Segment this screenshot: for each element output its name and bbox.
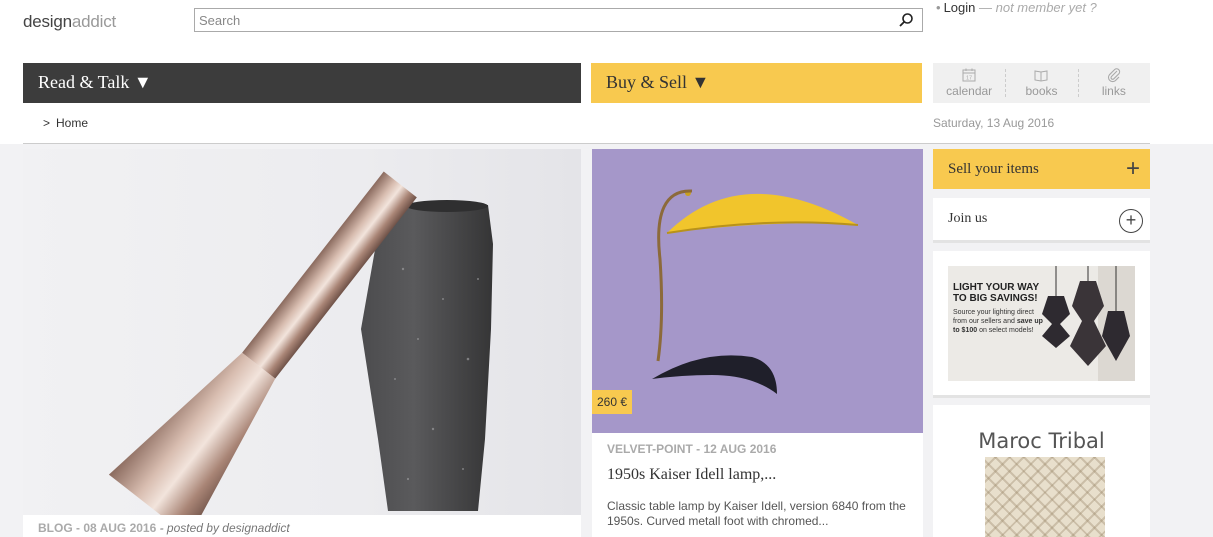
quick-link-label: links	[1101, 84, 1126, 98]
logo-part-addict: addict	[71, 12, 117, 31]
maroc-tribal-title: Maroc Tribal	[978, 429, 1105, 453]
listing-source-date[interactable]: VELVET-POINT - 12 AUG 2016	[607, 442, 776, 456]
breadcrumb-home[interactable]: Home	[56, 116, 88, 130]
lamp-vase-photo	[108, 171, 493, 537]
feature-post-card[interactable]: BLOG - 08 AUG 2016 - posted by designadd…	[23, 149, 581, 537]
quick-link-links[interactable]: links	[1077, 63, 1150, 103]
post-category-date: BLOG - 08 AUG 2016	[38, 521, 157, 535]
feature-post-meta: BLOG - 08 AUG 2016 - posted by designadd…	[38, 521, 290, 535]
lighting-ad-image[interactable]: LIGHT YOUR WAY TO BIG SAVINGS! Source yo…	[948, 266, 1135, 381]
current-date: Saturday, 13 Aug 2016	[933, 116, 1055, 130]
search-input[interactable]	[195, 9, 885, 31]
sell-items-label: Sell your items	[948, 161, 1039, 177]
rug-image	[985, 457, 1105, 537]
quick-link-calendar[interactable]: 17 calendar	[933, 63, 1005, 103]
paperclip-icon	[1107, 68, 1120, 83]
listing-card[interactable]: 260 € VELVET-POINT - 12 AUG 2016 1950s K…	[592, 149, 923, 537]
lighting-ad[interactable]: LIGHT YOUR WAY TO BIG SAVINGS! Source yo…	[933, 251, 1150, 398]
bullet: •	[936, 0, 941, 15]
quick-link-label: books	[1025, 84, 1058, 98]
logo-part-design: design	[23, 12, 72, 31]
account-links: • Login — not member yet ?	[936, 0, 1097, 15]
quick-links: 17 calendar books links	[933, 63, 1150, 103]
listing-title[interactable]: 1950s Kaiser Idell lamp,...	[607, 466, 776, 484]
post-author: - posted by designaddict	[156, 521, 290, 535]
quick-link-books[interactable]: books	[1005, 63, 1077, 103]
price-badge: 260 €	[592, 390, 633, 414]
listing-description: Classic table lamp by Kaiser Idell, vers…	[607, 499, 906, 528]
plus-icon: +	[1125, 155, 1140, 182]
feature-post-image[interactable]	[23, 149, 581, 537]
site-logo[interactable]: designaddict	[23, 12, 116, 32]
breadcrumb-arrow: >	[43, 116, 51, 130]
breadcrumb: > Home	[43, 116, 88, 130]
search-icon[interactable]	[898, 12, 914, 28]
join-us-label: Join us	[948, 211, 988, 226]
login-link[interactable]: Login	[944, 0, 976, 15]
quick-link-label: calendar	[946, 84, 993, 98]
sell-items-button[interactable]: Sell your items +	[933, 149, 1150, 189]
join-us-button[interactable]: Join us +	[933, 198, 1150, 243]
pendant-lamps-graphic	[1042, 266, 1135, 381]
svg-text:17: 17	[966, 76, 972, 82]
separator: —	[979, 0, 992, 15]
not-member-link[interactable]: not member yet ?	[996, 0, 1097, 15]
nav-buy-sell[interactable]: Buy & Sell ▼	[591, 63, 922, 103]
search-bar	[194, 8, 923, 32]
circle-plus-icon: +	[1119, 209, 1143, 233]
calendar-icon: 17	[962, 68, 976, 82]
maroc-tribal-ad[interactable]: Maroc Tribal	[933, 405, 1150, 537]
listing-image[interactable]: 260 €	[592, 149, 923, 433]
yellow-lamp-photo	[652, 189, 859, 394]
nav-read-talk[interactable]: Read & Talk ▼	[23, 63, 581, 103]
book-icon	[1034, 70, 1048, 82]
